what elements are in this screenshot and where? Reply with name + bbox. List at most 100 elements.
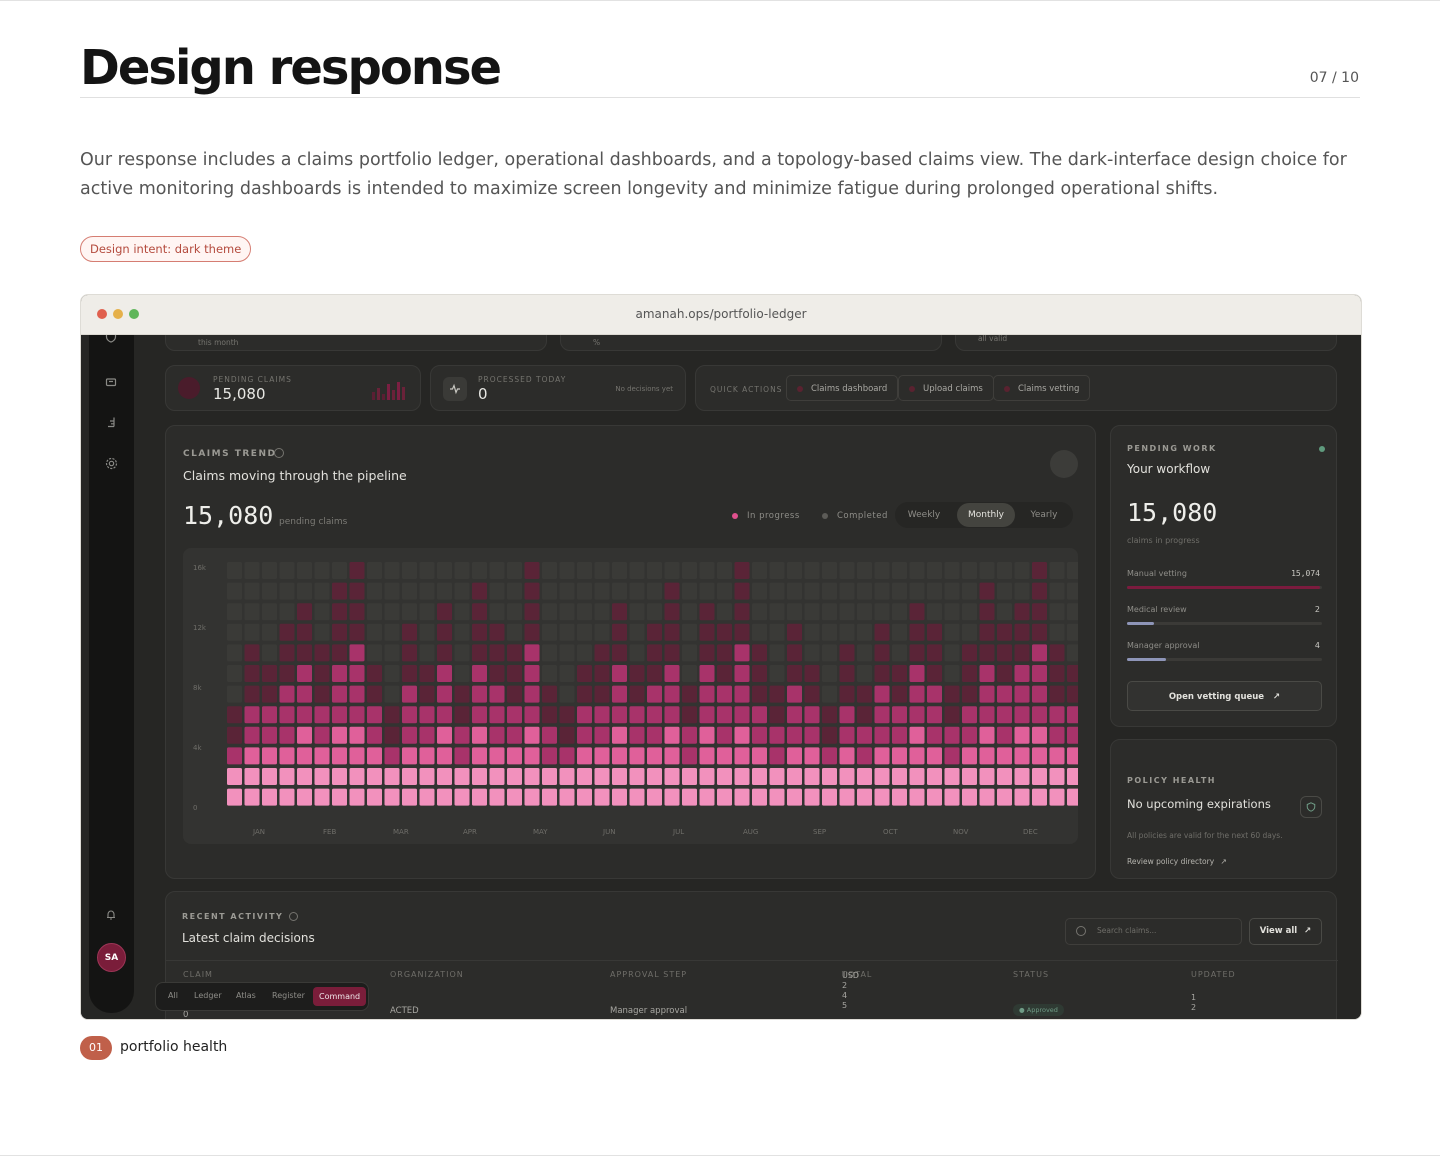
heatmap-cell <box>279 788 295 806</box>
heatmap-cell <box>629 706 645 724</box>
heatmap-cell <box>839 582 855 600</box>
info-icon[interactable] <box>289 912 298 921</box>
heatmap-cell <box>367 788 382 806</box>
heatmap-cell <box>419 726 435 744</box>
heatmap-cell <box>507 623 522 641</box>
heatmap-cell <box>262 644 277 662</box>
upload-claims-button[interactable]: Upload claims <box>898 375 994 401</box>
pending-work-value: 15,080 <box>1127 498 1218 527</box>
heatmap-cell <box>314 665 330 682</box>
medical-review-label: Medical review <box>1127 605 1187 614</box>
bell-icon[interactable] <box>104 909 118 923</box>
heatmap-cell <box>699 623 715 641</box>
heatmap-cell <box>1014 706 1030 724</box>
heatmap-cell <box>542 665 557 682</box>
pending-work-card: Pending work Your workflow 15,080 claims… <box>1110 425 1337 727</box>
heatmap-cell <box>979 788 995 806</box>
review-policy-directory-link[interactable]: Review policy directory ↗ <box>1127 857 1227 866</box>
sidebar: SA <box>89 335 134 1013</box>
heatmap-cell <box>682 603 697 621</box>
heatmap-cell <box>874 582 890 600</box>
claims-dashboard-button[interactable]: Claims dashboard <box>786 375 899 401</box>
heatmap-cell <box>629 582 645 600</box>
heatmap-cell <box>402 726 417 744</box>
shield-icon[interactable] <box>104 335 118 345</box>
heatmap-cell <box>262 562 277 579</box>
settings-icon[interactable] <box>104 457 118 471</box>
heatmap-cell <box>1067 768 1082 785</box>
heatmap-cell <box>244 768 260 785</box>
heatmap-cell <box>997 603 1012 621</box>
heatmap-cell <box>874 623 890 641</box>
chart-icon[interactable] <box>104 416 118 430</box>
heatmap-cell <box>892 665 907 682</box>
heatmap-cell <box>752 603 767 621</box>
folder-icon[interactable] <box>104 376 118 390</box>
heatmap-cell <box>664 706 680 724</box>
title-divider <box>80 97 1360 98</box>
nav-atlas[interactable]: Atlas <box>236 991 256 1000</box>
manual-vetting-value: 15,074 <box>1291 569 1320 578</box>
tab-monthly[interactable]: Monthly <box>957 503 1015 527</box>
heatmap-cell <box>1032 644 1047 662</box>
heatmap-cell <box>507 603 522 621</box>
heatmap-cell <box>629 768 645 785</box>
nav-register[interactable]: Register <box>272 991 305 1000</box>
x-tick-label: JAN <box>252 828 265 836</box>
claims-vetting-button[interactable]: Claims vetting <box>993 375 1091 401</box>
heatmap-cell <box>297 603 312 621</box>
heatmap-cell <box>804 685 820 703</box>
heatmap-cell <box>962 623 977 641</box>
heatmap-cell <box>944 768 960 785</box>
avatar[interactable]: SA <box>97 943 126 972</box>
heatmap-cell <box>1032 562 1047 579</box>
tab-weekly[interactable]: Weekly <box>897 503 951 527</box>
recent-activity-title: Latest claim decisions <box>182 931 315 945</box>
heatmap-cell <box>244 788 260 806</box>
heatmap-cell <box>699 562 715 579</box>
nav-command[interactable]: Command <box>313 987 367 1006</box>
heatmap-cell <box>332 726 347 744</box>
heatmap-cell <box>857 644 872 662</box>
nav-all[interactable]: All <box>168 991 178 1000</box>
heatmap-cell <box>577 726 592 744</box>
browser-url[interactable]: amanah.ops/portfolio-ledger <box>81 307 1361 321</box>
heatmap-cell <box>769 726 785 744</box>
heatmap-cell <box>507 665 522 682</box>
row-claim[interactable]: 0 <box>183 1010 188 1019</box>
heatmap-cell <box>944 726 960 744</box>
heatmap-cell <box>227 726 242 744</box>
heatmap-cell <box>647 644 662 662</box>
heatmap-cell <box>944 562 960 579</box>
heatmap-cell <box>769 644 785 662</box>
heatmap-cell <box>612 603 627 621</box>
heatmap-cell <box>857 603 872 621</box>
heatmap-cell <box>384 623 400 641</box>
heatmap-cell <box>734 603 750 621</box>
heatmap-cell <box>402 644 417 662</box>
manager-approval-label: Manager approval <box>1127 641 1200 650</box>
heatmap-cell <box>944 685 960 703</box>
heatmap-cell <box>699 685 715 703</box>
info-icon[interactable] <box>274 448 284 458</box>
heatmap-cell <box>769 582 785 600</box>
search-input[interactable]: Search claims... <box>1065 918 1242 945</box>
heatmap-cell <box>787 582 802 600</box>
heatmap-cell <box>577 623 592 641</box>
heatmap-cell <box>979 706 995 724</box>
trend-menu-button[interactable] <box>1050 450 1078 478</box>
open-vetting-queue-button[interactable]: Open vetting queue ↗ <box>1127 681 1322 711</box>
heatmap-cell <box>559 685 575 703</box>
heatmap-cell <box>384 582 400 600</box>
bottom-border <box>0 1155 1440 1156</box>
tab-yearly[interactable]: Yearly <box>1017 503 1071 527</box>
heatmap-cell <box>857 706 872 724</box>
heatmap-cell <box>262 685 277 703</box>
heatmap-cell <box>944 623 960 641</box>
heatmap-cell <box>997 726 1012 744</box>
heatmap-cell <box>769 768 785 785</box>
heatmap-cell <box>717 644 732 662</box>
nav-ledger[interactable]: Ledger <box>194 991 222 1000</box>
view-all-button[interactable]: View all ↗ <box>1249 918 1322 945</box>
heatmap-cell <box>594 562 610 579</box>
